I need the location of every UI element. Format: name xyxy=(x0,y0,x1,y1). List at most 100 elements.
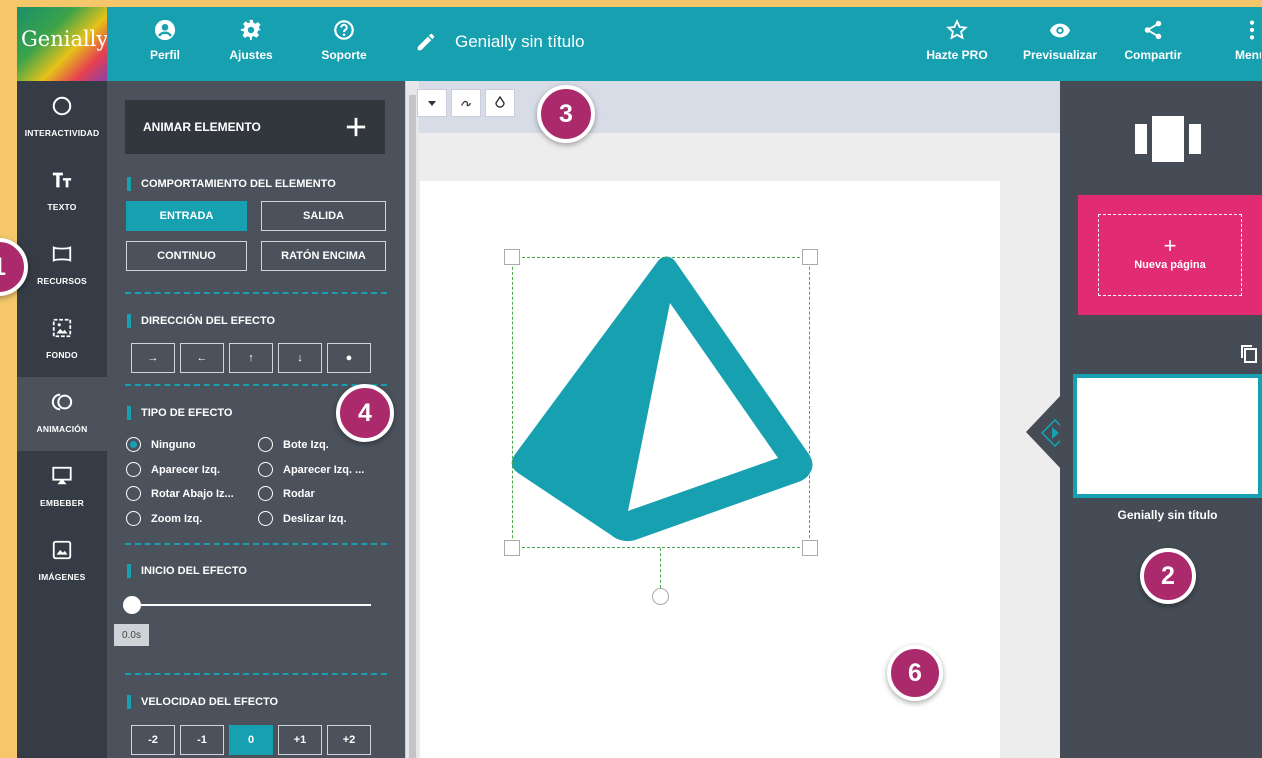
direction-up-button[interactable]: ↑ xyxy=(229,343,273,373)
effect-aparecer-radio[interactable]: Aparecer Izq. xyxy=(126,462,220,477)
radio-dot xyxy=(126,511,141,526)
slides-view-icon[interactable] xyxy=(1135,116,1201,162)
sidebar-item-texto[interactable]: TEXTO xyxy=(17,155,107,229)
resize-handle-top-left[interactable] xyxy=(504,249,520,265)
speed-plus-2-button[interactable]: +2 xyxy=(327,725,371,755)
resize-handle-bottom-left[interactable] xyxy=(504,540,520,556)
annotation-badge-6: 6 xyxy=(887,645,943,701)
effect-label: Bote Izq. xyxy=(283,438,329,451)
logo-text: Genially xyxy=(21,27,107,51)
direction-left-button[interactable]: ← xyxy=(180,343,224,373)
radio-dot xyxy=(126,437,141,452)
support-button[interactable]: Soporte xyxy=(309,19,379,64)
share-button[interactable]: Compartir xyxy=(1118,19,1188,64)
menu-label: Menu xyxy=(1235,48,1261,62)
profile-label: Perfil xyxy=(149,48,180,62)
start-time-value: 0.0s xyxy=(114,624,149,646)
divider xyxy=(125,543,387,545)
speed-minus-1-button[interactable]: -1 xyxy=(180,725,224,755)
document-title: Genially sin título xyxy=(455,32,585,51)
speed-0-button[interactable]: 0 xyxy=(229,725,273,755)
pencil-icon xyxy=(417,33,435,51)
effect-zoom-radio[interactable]: Zoom Izq. xyxy=(126,511,202,526)
effect-rodar-radio[interactable]: Rodar xyxy=(258,486,315,501)
effect-rotar-radio[interactable]: Rotar Abajo Iz... xyxy=(126,486,234,501)
effect-aparecer-2-radio[interactable]: Aparecer Izq. ... xyxy=(258,462,364,477)
hazte-pro-button[interactable]: Hazte PRO xyxy=(922,19,992,64)
direction-down-button[interactable]: ↓ xyxy=(278,343,322,373)
radio-dot xyxy=(126,486,141,501)
divider xyxy=(125,673,387,675)
sidebar-item-recursos[interactable]: RECURSOS xyxy=(17,229,107,303)
sidebar-item-label: FONDO xyxy=(46,350,78,360)
behavior-entrada-button[interactable]: ENTRADA xyxy=(126,201,247,231)
document-title-area[interactable]: Genially sin título xyxy=(415,31,584,53)
sidebar-item-animacion[interactable]: ANIMACIÓN xyxy=(17,377,107,451)
page-thumbnail[interactable] xyxy=(1073,374,1262,498)
direction-center-button[interactable]: ● xyxy=(327,343,371,373)
panel-scrollbar[interactable] xyxy=(405,81,419,758)
support-label: Soporte xyxy=(321,48,367,62)
scrollbar-thumb[interactable] xyxy=(409,95,416,758)
effect-label: Aparecer Izq. ... xyxy=(283,463,365,476)
speed-minus-2-button[interactable]: -2 xyxy=(131,725,175,755)
droplet-icon xyxy=(495,96,505,108)
effect-deslizar-radio[interactable]: Deslizar Izq. xyxy=(258,511,347,526)
genially-logo[interactable]: Genially xyxy=(17,7,107,81)
profile-button[interactable]: Perfil xyxy=(130,19,200,64)
sidebar-item-embeber[interactable]: EMBEBER xyxy=(17,451,107,525)
plus-icon xyxy=(346,117,366,137)
sidebar-item-interactividad[interactable]: INTERACTIVIDAD xyxy=(17,81,107,155)
sidebar-item-label: ANIMACIÓN xyxy=(36,424,88,434)
effect-label: Aparecer Izq. xyxy=(151,463,221,476)
effect-bote-radio[interactable]: Bote Izq. xyxy=(258,437,329,452)
behavior-continuo-button[interactable]: CONTINUO xyxy=(126,241,247,271)
sidebar-item-label: IMÁGENES xyxy=(38,572,86,582)
new-page-frame: + Nueva página xyxy=(1098,214,1242,296)
start-slider-knob[interactable] xyxy=(123,596,141,614)
start-title: INICIO DEL EFECTO xyxy=(127,564,247,578)
animate-element-label: ANIMAR ELEMENTO xyxy=(143,120,261,134)
effect-label: Rotar Abajo Iz... xyxy=(151,487,234,500)
animate-element-button[interactable]: ANIMAR ELEMENTO xyxy=(125,100,385,154)
start-slider-track[interactable] xyxy=(131,604,371,606)
duplicate-icon[interactable] xyxy=(1240,344,1258,364)
rotation-line xyxy=(660,548,661,588)
preview-button[interactable]: Previsualizar xyxy=(1021,19,1099,64)
effect-ninguno-radio[interactable]: Ninguno xyxy=(126,437,196,452)
color-dropdown[interactable] xyxy=(417,89,447,117)
hazte-pro-label: Hazte PRO xyxy=(926,48,988,62)
resize-handle-top-right[interactable] xyxy=(802,249,818,265)
direction-title: DIRECCIÓN DEL EFECTO xyxy=(127,314,275,328)
resize-handle-bottom-right[interactable] xyxy=(802,540,818,556)
new-page-label: Nueva página xyxy=(1134,259,1206,271)
direction-right-button[interactable]: → xyxy=(131,343,175,373)
effect-label: Deslizar Izq. xyxy=(283,512,347,525)
rotation-handle[interactable] xyxy=(652,588,669,605)
behavior-salida-button[interactable]: SALIDA xyxy=(261,201,386,231)
eye-icon xyxy=(1049,23,1071,38)
radio-dot xyxy=(258,462,273,477)
new-page-plus: + xyxy=(1163,233,1177,258)
more-icon xyxy=(1249,20,1255,40)
resources-icon xyxy=(52,246,72,262)
left-sidebar: INTERACTIVIDAD TEXTO RECURSOS FONDO ANIM… xyxy=(17,81,107,758)
sidebar-item-fondo[interactable]: FONDO xyxy=(17,303,107,377)
embed-icon xyxy=(52,466,72,485)
gear-icon xyxy=(240,19,262,41)
sidebar-item-label: TEXTO xyxy=(47,202,77,212)
settings-button[interactable]: Ajustes xyxy=(216,19,286,64)
page-thumbnail-title: Genially sin título xyxy=(1117,508,1218,522)
sidebar-item-label: EMBEBER xyxy=(40,498,84,508)
menu-button[interactable]: Menu xyxy=(1221,19,1261,64)
annotation-badge-2: 2 xyxy=(1140,548,1196,604)
behavior-raton-encima-button[interactable]: RATÓN ENCIMA xyxy=(261,241,386,271)
opacity-tool-button[interactable] xyxy=(485,89,515,117)
link-icon xyxy=(461,100,471,107)
link-tool-button[interactable] xyxy=(451,89,481,117)
animation-icon xyxy=(51,393,73,411)
new-page-button[interactable]: + Nueva página xyxy=(1078,195,1262,315)
circle-icon xyxy=(52,96,72,116)
sidebar-item-imagenes[interactable]: IMÁGENES xyxy=(17,525,107,599)
speed-plus-1-button[interactable]: +1 xyxy=(278,725,322,755)
